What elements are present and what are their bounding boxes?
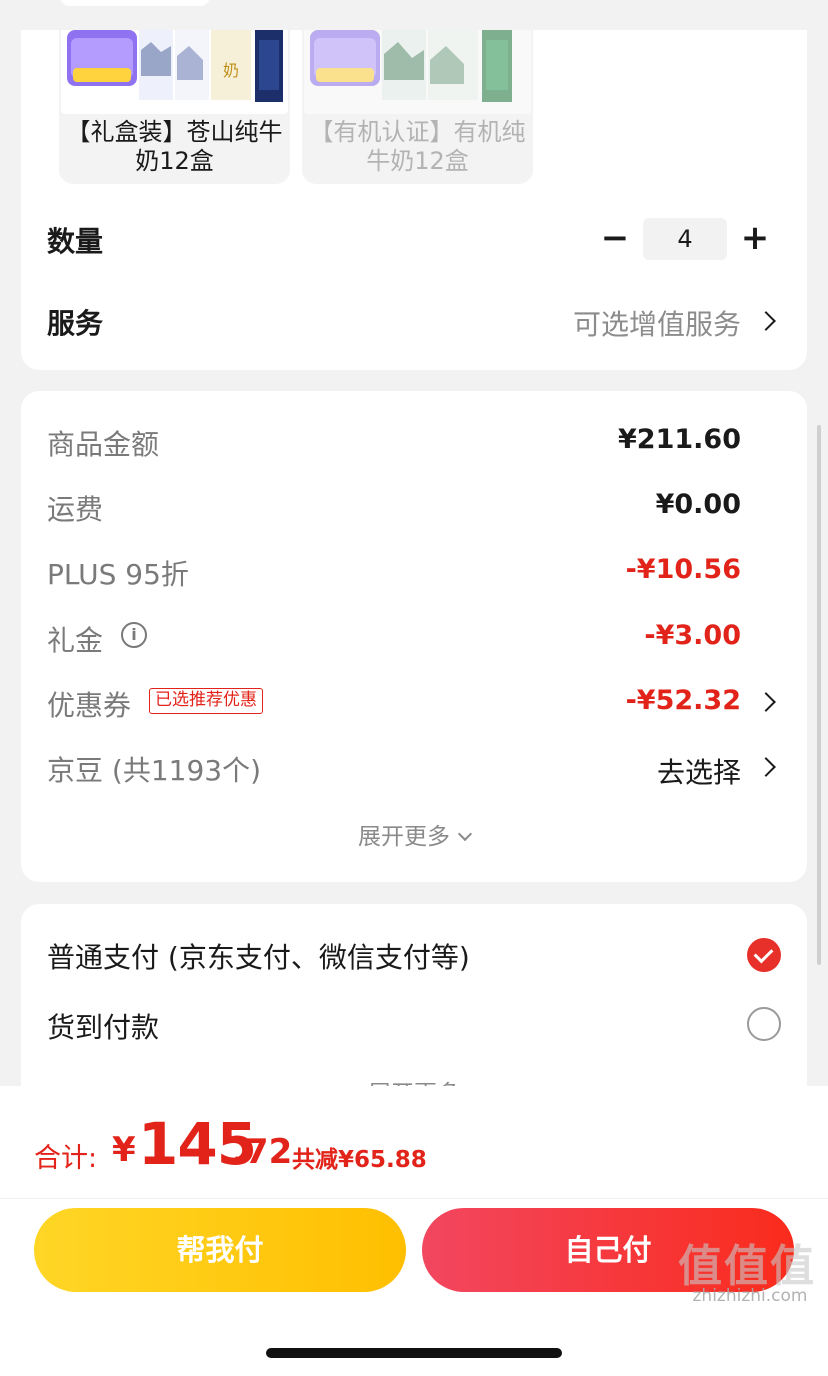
payment-cod-label[interactable]: 货到付款 xyxy=(47,1006,159,1046)
top-strip xyxy=(0,0,828,30)
shipping-value: ¥0.00 xyxy=(655,489,741,520)
payment-method-card: 普通支付 (京东支付、微信支付等) 货到付款 展开更多 xyxy=(21,904,807,1086)
jd-beans-select[interactable]: 去选择 xyxy=(657,751,741,791)
goods-amount-label: 商品金额 xyxy=(47,428,160,461)
variant-option-gift-box[interactable]: 奶 【礼盒装】苍山纯牛奶12盒 xyxy=(59,30,290,184)
gift-money-value: -¥3.00 xyxy=(644,620,741,651)
coupon-value[interactable]: -¥52.32 xyxy=(626,685,741,716)
chevron-right-icon[interactable] xyxy=(756,757,776,777)
svg-text:奶: 奶 xyxy=(223,61,239,80)
variant-name: 【礼盒装】苍山纯牛奶12盒 xyxy=(66,118,283,175)
product-options-card: 奶 【礼盒装】苍山纯牛奶12盒 【有机认证】有机纯牛奶12盒 数量 − 4 + xyxy=(21,30,807,370)
chevron-down-icon xyxy=(457,826,473,842)
payment-normal-radio[interactable] xyxy=(747,938,781,972)
total-saving: 共减¥65.88 xyxy=(292,1147,427,1173)
gift-money-label: 礼金 xyxy=(47,624,104,657)
scrollbar[interactable] xyxy=(817,425,821,965)
payment-cod-radio[interactable] xyxy=(747,1007,781,1041)
quantity-increase-button[interactable]: + xyxy=(735,216,775,260)
total-label: 合计: xyxy=(34,1143,98,1174)
help-pay-button[interactable]: 帮我付 xyxy=(34,1208,406,1292)
service-label: 服务 xyxy=(47,307,104,340)
payment-normal-label[interactable]: 普通支付 (京东支付、微信支付等) xyxy=(47,936,470,976)
variant-image: 奶 xyxy=(61,30,288,114)
coupon-label: 优惠券 xyxy=(47,689,132,722)
price-breakdown-card: 商品金额 ¥211.60 运费 ¥0.00 PLUS 95折 -¥10.56 礼… xyxy=(21,391,807,882)
goods-amount-value: ¥211.60 xyxy=(618,424,741,455)
watermark-domain: zhizhizhi.com xyxy=(692,1286,808,1306)
payment-expand-more-button[interactable]: 展开更多 xyxy=(21,1074,807,1086)
variant-option-organic[interactable]: 【有机认证】有机纯牛奶12盒 xyxy=(302,30,533,184)
variant-image xyxy=(304,30,531,114)
expand-more-label: 展开更多 xyxy=(358,824,450,850)
top-pill xyxy=(60,0,210,6)
variant-name: 【有机认证】有机纯牛奶12盒 xyxy=(309,118,526,175)
quantity-label: 数量 xyxy=(47,225,104,258)
chevron-right-icon[interactable] xyxy=(756,311,776,331)
total-decimal: .72 xyxy=(232,1132,293,1172)
plus-discount-label: PLUS 95折 xyxy=(47,558,189,591)
quantity-decrease-button[interactable]: − xyxy=(595,216,635,260)
quantity-input[interactable]: 4 xyxy=(643,218,727,260)
home-indicator xyxy=(266,1348,562,1358)
total-currency: ¥ xyxy=(112,1130,136,1170)
chevron-right-icon[interactable] xyxy=(756,692,776,712)
shipping-label: 运费 xyxy=(47,493,104,526)
expand-more-button[interactable]: 展开更多 xyxy=(21,817,807,851)
jd-beans-label: 京豆 (共1193个) xyxy=(47,754,262,787)
divider xyxy=(0,1198,828,1199)
coupon-recommended-badge: 已选推荐优惠 xyxy=(149,688,263,714)
plus-discount-value: -¥10.56 xyxy=(625,554,741,585)
watermark-logo: 值值值 xyxy=(678,1241,816,1292)
service-selector[interactable]: 可选增值服务 xyxy=(573,303,741,343)
info-icon[interactable]: i xyxy=(121,622,147,648)
